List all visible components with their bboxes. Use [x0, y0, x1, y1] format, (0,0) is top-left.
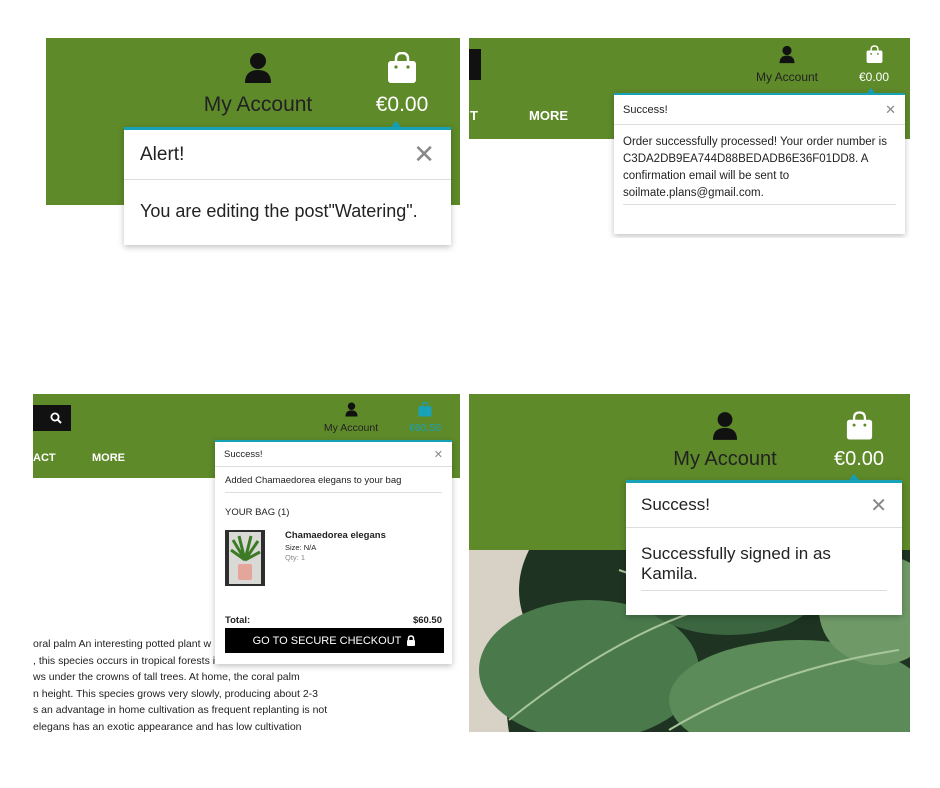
shopping-bag-icon	[866, 45, 882, 63]
my-account-label: My Account	[673, 448, 777, 470]
bag-heading: YOUR BAG (1)	[225, 507, 290, 518]
shopping-bag-icon	[388, 51, 416, 83]
panel-alert: My Account €0.00 Alert! ✕ You are editin…	[46, 38, 460, 263]
user-icon	[245, 53, 271, 83]
my-account-link[interactable]: My Account	[196, 52, 320, 117]
alert-toast: Alert! ✕ You are editing the post"Wateri…	[124, 127, 451, 245]
shopping-bag-icon	[418, 401, 432, 417]
bag-total-row: Total: $60.50	[225, 615, 442, 626]
bag-total: €60.50	[408, 422, 442, 434]
nav-partial-act[interactable]: ACT	[33, 452, 56, 464]
toast-header: Success! ✕	[614, 95, 905, 125]
user-icon	[779, 45, 795, 64]
toast-header: Success! ✕	[626, 483, 902, 528]
my-account-label: My Account	[755, 70, 819, 84]
plant-thumbnail	[225, 530, 265, 586]
user-icon	[344, 402, 358, 417]
order-success-toast: Success! ✕ Order successfully processed!…	[614, 93, 905, 234]
checkout-label: GO TO SECURE CHECKOUT	[252, 634, 402, 647]
bag-link[interactable]: €0.00	[824, 411, 894, 471]
bag-item-qty: Qty: 1	[285, 553, 306, 562]
bag-toast: Success! ✕ Added Chamaedorea elegans to …	[215, 440, 452, 664]
product-text-line: s an advantage in home cultivation as fr…	[33, 704, 328, 716]
checkout-button[interactable]: GO TO SECURE CHECKOUT	[225, 628, 444, 653]
close-icon[interactable]: ✕	[870, 493, 887, 518]
close-icon[interactable]: ✕	[434, 448, 443, 461]
search-icon	[50, 412, 62, 424]
shopping-bag-icon	[846, 411, 872, 440]
total-label: Total:	[225, 615, 251, 626]
panel-signed-in: My Account €0.00 Success! ✕ Successfully…	[469, 394, 910, 732]
bag-item-name: Chamaedorea elegans	[285, 530, 386, 541]
toast-title: Success!	[641, 495, 710, 514]
toast-title: Success!	[224, 448, 263, 460]
lock-icon	[407, 635, 416, 646]
toast-message: Order successfully processed! Your order…	[623, 134, 896, 205]
my-account-label: My Account	[203, 93, 313, 116]
my-account-link[interactable]: My Account	[665, 411, 785, 471]
bag-total: €0.00	[858, 70, 890, 84]
search-button[interactable]	[33, 405, 71, 431]
signin-success-toast: Success! ✕ Successfully signed in as Kam…	[626, 480, 902, 615]
bag-total: €0.00	[375, 93, 429, 116]
panel-added-to-bag: My Account €60.50 ACT MORE oral palm An …	[33, 394, 460, 732]
product-text-line: elegans has an exotic appearance and has…	[33, 720, 302, 733]
panel-order-success: My Account €0.00 T MORE Success! ✕ Order…	[469, 38, 910, 238]
search-bar[interactable]	[469, 49, 481, 80]
total-value: $60.50	[412, 615, 442, 626]
nav-more[interactable]: MORE	[529, 108, 568, 123]
toast-header: Success! ✕	[215, 442, 452, 467]
bag-total: €0.00	[833, 448, 885, 470]
bag-item-size: Size: N/A	[285, 543, 317, 552]
nav-partial-t[interactable]: T	[470, 108, 478, 123]
close-icon[interactable]: ✕	[413, 139, 435, 170]
my-account-label: My Account	[323, 422, 379, 434]
product-text-line: ws under the crowns of tall trees. At ho…	[33, 671, 300, 683]
toast-title: Alert!	[140, 143, 185, 165]
close-icon[interactable]: ✕	[885, 102, 896, 118]
toast-message: Successfully signed in as Kamila.	[641, 544, 887, 591]
bag-link[interactable]: €0.00	[368, 51, 436, 117]
product-text-line: n height. This species grows very slowly…	[33, 687, 319, 700]
user-icon	[712, 412, 738, 440]
bag-link[interactable]: €0.00	[852, 45, 896, 84]
my-account-link[interactable]: My Account	[319, 402, 383, 434]
toast-header: Alert! ✕	[124, 130, 451, 180]
toast-message: You are editing the post"Watering".	[140, 201, 418, 221]
nav-more[interactable]: MORE	[92, 452, 125, 464]
my-account-link[interactable]: My Account	[746, 45, 828, 84]
toast-title: Success!	[623, 103, 668, 116]
bag-link[interactable]: €60.50	[403, 401, 447, 434]
toast-message: Added Chamaedorea elegans to your bag	[225, 475, 442, 493]
bag-item[interactable]: Chamaedorea elegans Size: N/A Qty: 1	[225, 530, 442, 590]
